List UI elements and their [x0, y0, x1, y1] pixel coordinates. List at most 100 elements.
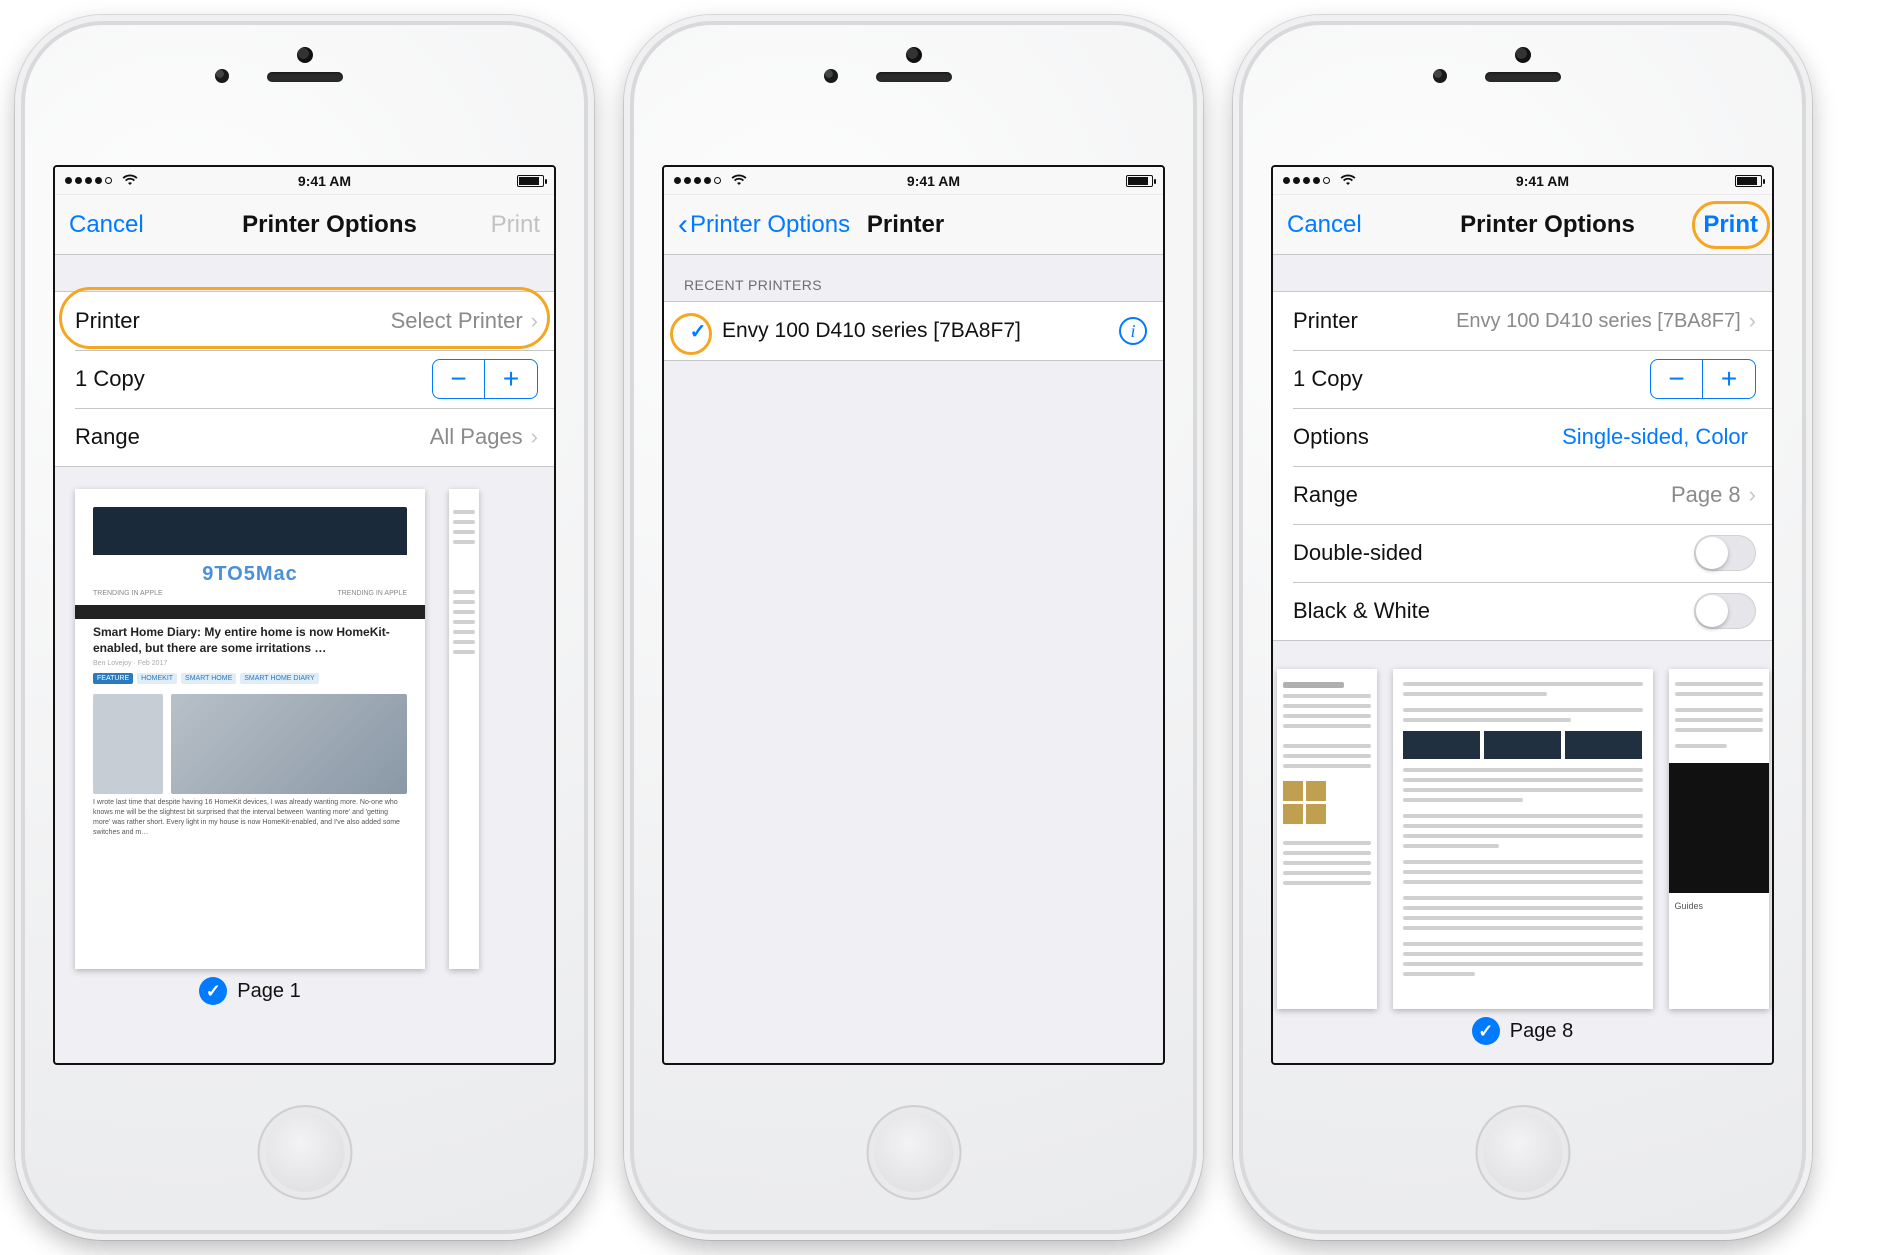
page-label: Page 1 [237, 980, 300, 1003]
wifi-icon [731, 173, 747, 189]
status-time: 9:41 AM [747, 173, 1120, 189]
cancel-button[interactable]: Cancel [69, 211, 209, 239]
front-camera [215, 69, 229, 83]
row-copies-label: 1 Copy [1293, 366, 1363, 392]
printer-list: ✓ Envy 100 D410 series [7BA8F7] i [664, 301, 1163, 361]
status-bar: 9:41 AM [664, 167, 1163, 195]
cancel-button[interactable]: Cancel [1287, 211, 1427, 239]
row-printer[interactable]: Printer Envy 100 D410 series [7BA8F7] › [1273, 292, 1772, 350]
row-doublesided[interactable]: Double-sided [1273, 524, 1772, 582]
earpiece [1485, 72, 1561, 82]
front-camera [1433, 69, 1447, 83]
front-camera [824, 69, 838, 83]
site-logo: 9TO5Mac [93, 563, 407, 586]
phone-2: 9:41 AM ‹ Printer Options Printer RECENT… [624, 15, 1203, 1240]
screen-1: 9:41 AM Cancel Printer Options Print Pri… [53, 165, 556, 1065]
row-printer[interactable]: Printer Select Printer › [55, 292, 554, 350]
home-button[interactable] [257, 1105, 352, 1200]
row-bw[interactable]: Black & White [1273, 582, 1772, 640]
options-table: Printer Select Printer › 1 Copy − + Rang… [55, 291, 554, 467]
tag: FEATURE [93, 673, 133, 684]
stepper-minus-button[interactable]: − [1651, 360, 1703, 398]
guides-label: Guides [1675, 901, 1763, 911]
signal-dots-icon [674, 177, 721, 184]
battery-icon [1126, 175, 1153, 187]
page-label: Page 8 [1510, 1020, 1573, 1043]
page-selected-8[interactable]: ✓ Page 8 [1472, 1017, 1573, 1045]
print-button[interactable]: Print [1668, 211, 1758, 239]
printer-name: Envy 100 D410 series [7BA8F7] [722, 319, 1021, 343]
phone-3: 9:41 AM Cancel Printer Options Print Pri… [1233, 15, 1812, 1240]
article-headline: Smart Home Diary: My entire home is now … [93, 625, 407, 656]
options-table: Printer Envy 100 D410 series [7BA8F7] › … [1273, 291, 1772, 641]
hero-image [171, 694, 407, 794]
copies-stepper[interactable]: − + [1650, 359, 1756, 399]
nav-bar: ‹ Printer Options Printer [664, 195, 1163, 255]
stepper-plus-button[interactable]: + [1703, 360, 1755, 398]
preview-col-1: 9TO5Mac TRENDING IN APPLETRENDING IN APP… [75, 489, 425, 1063]
preview-col-8: ✓ Page 8 [1393, 669, 1653, 1063]
chevron-right-icon: › [531, 424, 538, 450]
thumb-image [93, 694, 163, 794]
proximity-sensor [906, 47, 922, 63]
page-previews[interactable]: ✓ Page 8 Guides [1273, 641, 1772, 1063]
page-selected-1[interactable]: ✓ Page 1 [199, 977, 300, 1005]
row-range[interactable]: Range All Pages › [55, 408, 554, 466]
battery-icon [1735, 175, 1762, 187]
proximity-sensor [1515, 47, 1531, 63]
doublesided-switch[interactable] [1694, 535, 1756, 571]
row-range[interactable]: Range Page 8 › [1273, 466, 1772, 524]
row-printer-value: Envy 100 D410 series [7BA8F7] [1456, 310, 1741, 333]
page-preview-1[interactable]: 9TO5Mac TRENDING IN APPLETRENDING IN APP… [75, 489, 425, 969]
chevron-left-icon: ‹ [678, 210, 688, 240]
status-bar: 9:41 AM [1273, 167, 1772, 195]
wifi-icon [122, 173, 138, 189]
chevron-right-icon: › [531, 308, 538, 334]
chevron-right-icon: › [1749, 308, 1756, 334]
status-time: 9:41 AM [1356, 173, 1729, 189]
copies-stepper[interactable]: − + [432, 359, 538, 399]
row-doublesided-label: Double-sided [1293, 540, 1423, 566]
stepper-plus-button[interactable]: + [485, 360, 537, 398]
chevron-right-icon: › [1749, 482, 1756, 508]
print-button-disabled: Print [450, 211, 540, 239]
row-range-value: All Pages [430, 424, 523, 450]
row-range-value: Page 8 [1671, 482, 1741, 508]
screen-3: 9:41 AM Cancel Printer Options Print Pri… [1271, 165, 1774, 1065]
row-range-label: Range [1293, 482, 1358, 508]
signal-dots-icon [65, 177, 112, 184]
row-copies-label: 1 Copy [75, 366, 145, 392]
row-copies: 1 Copy − + [55, 350, 554, 408]
printer-row-selected[interactable]: ✓ Envy 100 D410 series [7BA8F7] i [664, 302, 1163, 360]
tag: SMART HOME [181, 673, 236, 684]
earpiece [267, 72, 343, 82]
phone-1: 9:41 AM Cancel Printer Options Print Pri… [15, 15, 594, 1240]
group-header-recent: RECENT PRINTERS [664, 255, 1163, 301]
tag: SMART HOME DIARY [240, 673, 318, 684]
page-preview-2-peek[interactable] [449, 489, 479, 969]
page-preview-8[interactable] [1393, 669, 1653, 1009]
page-preview-9-peek[interactable]: Guides [1669, 669, 1769, 1009]
row-options-value: Single-sided, Color [1562, 424, 1748, 450]
stepper-minus-button[interactable]: − [433, 360, 485, 398]
row-copies: 1 Copy − + [1273, 350, 1772, 408]
nav-bar: Cancel Printer Options Print [1273, 195, 1772, 255]
home-button[interactable] [866, 1105, 961, 1200]
bw-switch[interactable] [1694, 593, 1756, 629]
nav-title: Printer [752, 211, 1059, 239]
row-printer-label: Printer [1293, 308, 1358, 334]
info-button[interactable]: i [1119, 317, 1147, 345]
row-options[interactable]: Options Single-sided, Color [1273, 408, 1772, 466]
check-icon: ✓ [199, 977, 227, 1005]
home-button[interactable] [1475, 1105, 1570, 1200]
earpiece [876, 72, 952, 82]
page-preview-7-peek[interactable] [1277, 669, 1377, 1009]
row-range-label: Range [75, 424, 140, 450]
nav-title: Printer Options [1427, 211, 1668, 239]
page-previews[interactable]: 9TO5Mac TRENDING IN APPLETRENDING IN APP… [55, 467, 554, 1063]
row-bw-label: Black & White [1293, 598, 1430, 624]
nav-bar: Cancel Printer Options Print [55, 195, 554, 255]
row-options-label: Options [1293, 424, 1369, 450]
signal-dots-icon [1283, 177, 1330, 184]
nav-title: Printer Options [209, 211, 450, 239]
